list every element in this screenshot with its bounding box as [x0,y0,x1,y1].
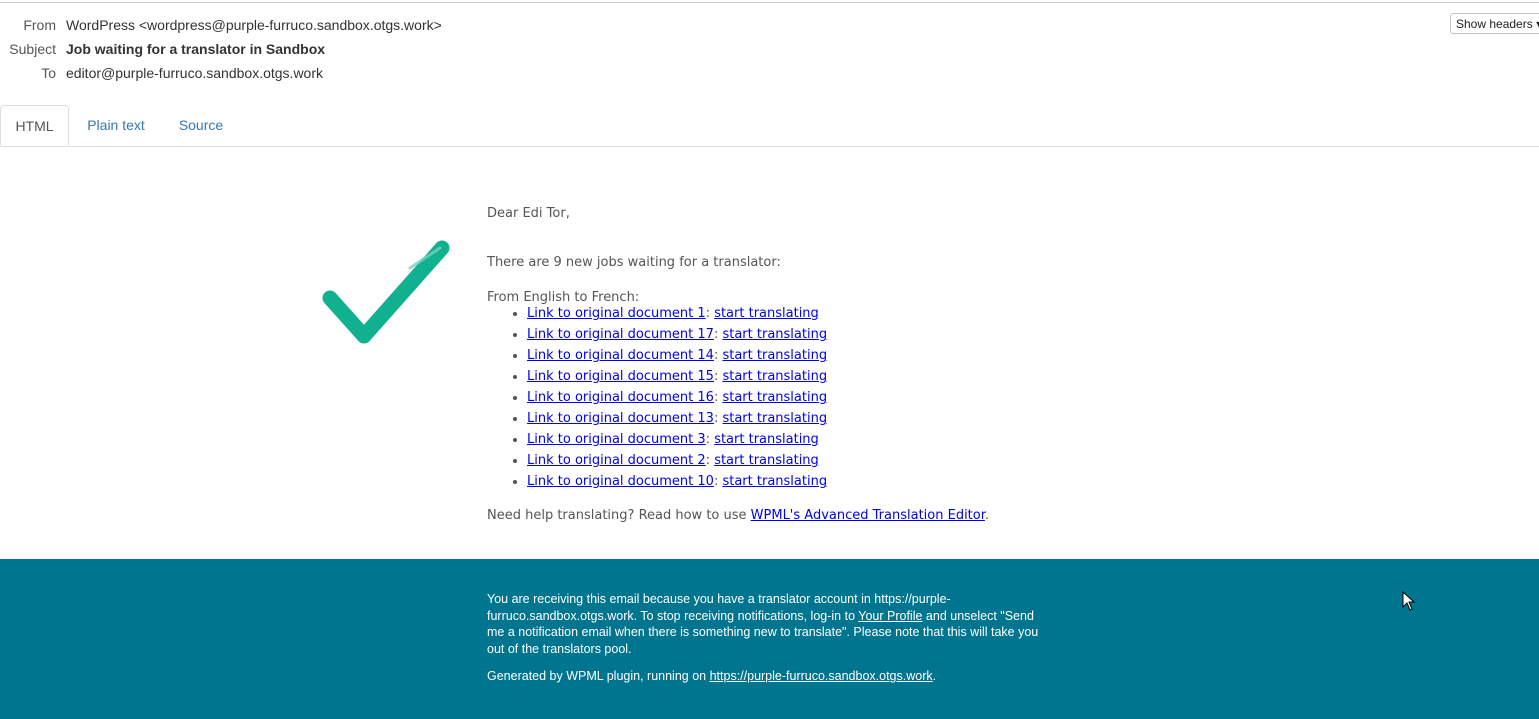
email-footer: You are receiving this email because you… [0,559,1539,719]
to-label: To [41,65,56,81]
original-document-link[interactable]: Link to original document 14 [527,348,714,363]
subject-value: Job waiting for a translator in Sandbox [66,41,326,57]
email-greeting: Dear Edi Tor, [487,206,570,221]
tab-plain-text[interactable]: Plain text [77,105,155,146]
from-label: From [23,17,56,33]
separator: : [713,348,719,363]
start-translating-link[interactable]: start translating [722,327,827,342]
tabs-underline [0,146,1539,147]
start-translating-link[interactable]: start translating [714,306,819,321]
list-item: Link to original document 16: start tran… [527,387,827,408]
separator: : [705,432,711,447]
show-headers-button[interactable]: Show headers ▾ [1450,13,1539,34]
list-item: Link to original document 10: start tran… [527,471,827,492]
generated-suffix: . [932,669,937,683]
tab-html[interactable]: HTML [0,105,69,146]
footer-notice: You are receiving this email because you… [487,591,1052,657]
show-headers-label: Show headers [1456,17,1533,31]
list-item: Link to original document 17: start tran… [527,324,827,345]
original-document-link[interactable]: Link to original document 3 [527,432,706,447]
from-value: WordPress <wordpress@purple-furruco.sand… [66,17,442,33]
original-document-link[interactable]: Link to original document 13 [527,411,714,426]
list-item: Link to original document 15: start tran… [527,366,827,387]
list-item: Link to original document 3: start trans… [527,429,827,450]
list-item: Link to original document 1: start trans… [527,303,827,324]
start-translating-link[interactable]: start translating [722,411,827,426]
original-document-link[interactable]: Link to original document 2 [527,453,706,468]
separator: : [713,390,719,405]
view-tabs: HTML Plain text Source [0,105,1539,147]
separator: : [713,411,719,426]
email-intro: There are 9 new jobs waiting for a trans… [487,255,781,270]
start-translating-link[interactable]: start translating [714,453,819,468]
list-item: Link to original document 2: start trans… [527,450,827,471]
jobs-list: Link to original document 1: start trans… [487,303,827,492]
help-text: Need help translating? Read how to use W… [487,508,989,523]
separator: : [713,327,719,342]
original-document-link[interactable]: Link to original document 1 [527,306,706,321]
start-translating-link[interactable]: start translating [722,390,827,405]
list-item: Link to original document 13: start tran… [527,408,827,429]
original-document-link[interactable]: Link to original document 16 [527,390,714,405]
tab-source[interactable]: Source [168,105,234,146]
start-translating-link[interactable]: start translating [722,348,827,363]
advanced-translation-editor-link[interactable]: WPML's Advanced Translation Editor [751,508,985,523]
original-document-link[interactable]: Link to original document 17 [527,327,714,342]
original-document-link[interactable]: Link to original document 10 [527,474,714,489]
mouse-cursor-icon [1402,591,1416,611]
help-suffix: . [984,508,990,523]
generated-prefix: Generated by WPML plugin, running on [487,669,710,683]
start-translating-link[interactable]: start translating [714,432,819,447]
start-translating-link[interactable]: start translating [722,369,827,384]
to-value: editor@purple-furruco.sandbox.otgs.work [66,65,324,81]
separator: : [705,453,711,468]
original-document-link[interactable]: Link to original document 15 [527,369,714,384]
your-profile-link[interactable]: Your Profile [858,609,922,623]
help-prefix: Need help translating? Read how to use [487,508,751,523]
checkmark-icon [322,240,450,344]
separator: : [705,306,711,321]
separator: : [713,369,719,384]
list-item: Link to original document 14: start tran… [527,345,827,366]
top-divider [0,2,1539,3]
start-translating-link[interactable]: start translating [722,474,827,489]
site-link[interactable]: https://purple-furruco.sandbox.otgs.work [710,669,933,683]
separator: : [713,474,719,489]
footer-generated: Generated by WPML plugin, running on htt… [487,668,1052,685]
subject-label: Subject [9,41,56,57]
